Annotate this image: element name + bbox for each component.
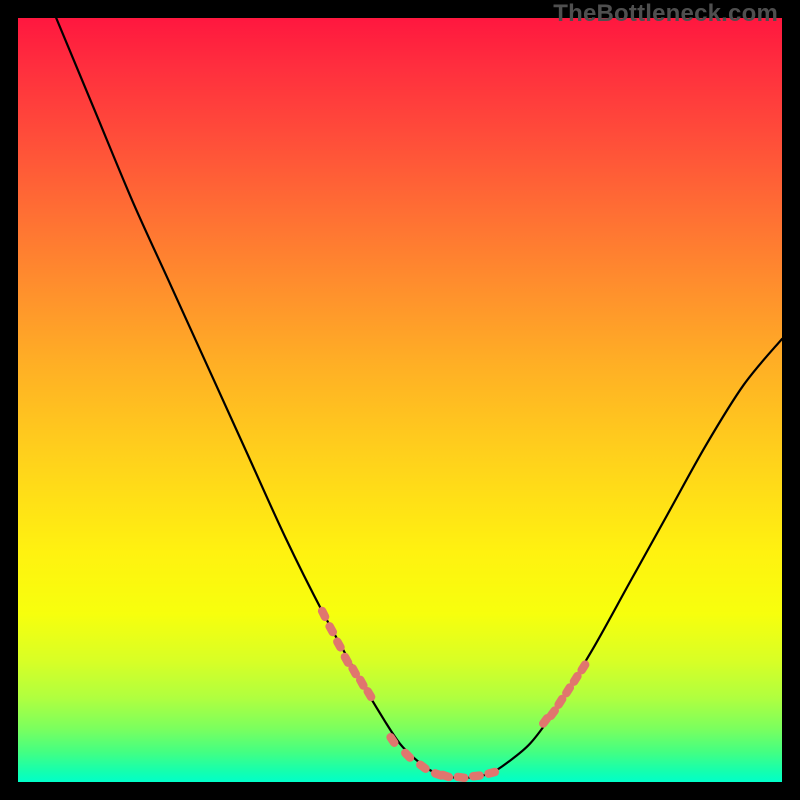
chart-frame: TheBottleneck.com	[0, 0, 800, 800]
bottleneck-curve-svg	[18, 18, 782, 782]
marker-left_cluster	[324, 621, 339, 638]
watermark-text: TheBottleneck.com	[553, 0, 778, 28]
marker-group	[316, 605, 591, 782]
marker-valley	[469, 771, 485, 781]
marker-valley	[453, 772, 469, 782]
bottleneck-curve-path	[56, 18, 782, 778]
marker-left_cluster	[316, 605, 330, 622]
marker-valley	[399, 747, 416, 764]
plot-area	[18, 18, 782, 782]
